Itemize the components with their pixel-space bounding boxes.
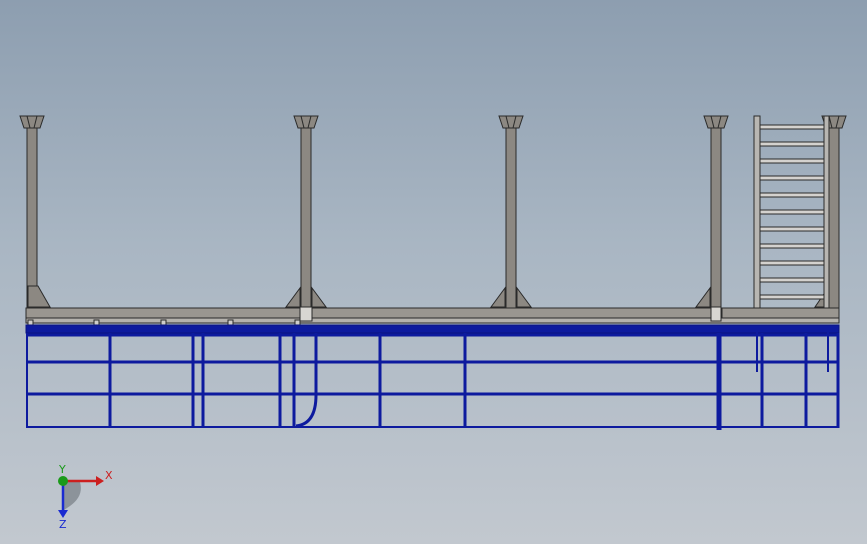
ladder bbox=[753, 115, 830, 309]
y-axis-label: Y bbox=[58, 463, 66, 476]
z-axis-label: Z bbox=[59, 518, 67, 531]
y-axis-dot bbox=[58, 476, 68, 486]
graphics-viewport[interactable]: X Y Z bbox=[0, 0, 867, 544]
deck-beam-middle bbox=[299, 307, 721, 319]
deck-beam-right bbox=[721, 307, 840, 319]
post-3 bbox=[490, 115, 532, 309]
post-2 bbox=[285, 115, 327, 309]
deck-beam-left bbox=[25, 307, 301, 319]
orientation-triad: X Y Z bbox=[40, 462, 130, 532]
x-axis-label: X bbox=[105, 469, 113, 482]
post-1 bbox=[19, 115, 51, 309]
post-4 bbox=[695, 115, 729, 309]
lower-frame bbox=[25, 324, 840, 430]
model-view[interactable] bbox=[0, 0, 867, 544]
upper-structure bbox=[19, 115, 847, 326]
